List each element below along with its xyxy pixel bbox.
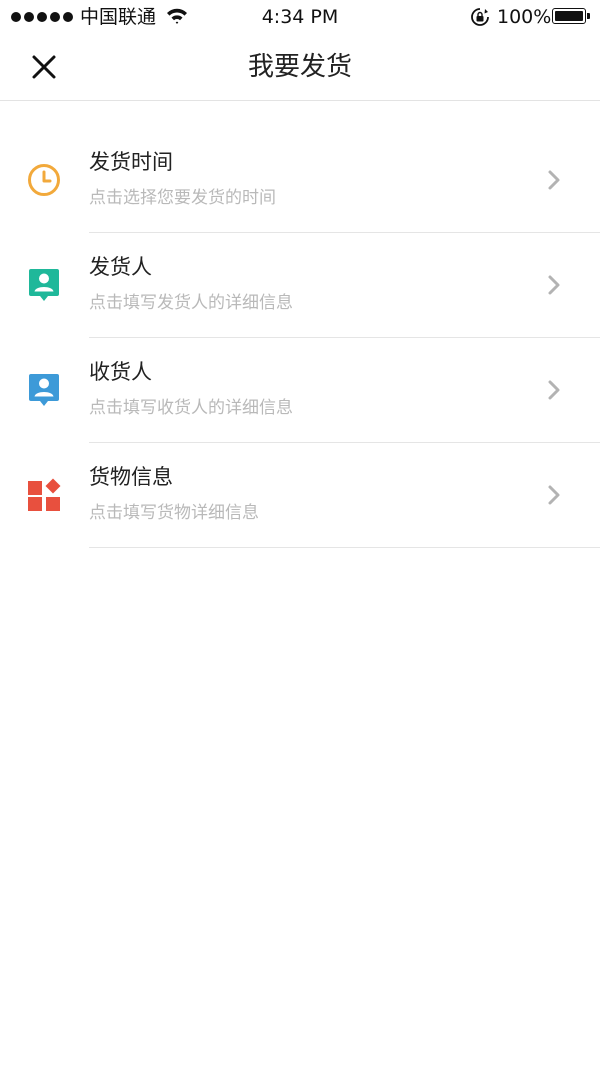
list-item-title: 发货人 [89, 255, 152, 279]
chevron-right-icon [548, 275, 560, 295]
chevron-right-icon [548, 170, 560, 190]
screen: 中国联通 4:34 PM 100% 我要发货 发货时间 点击选择您要发货的时间 … [0, 0, 600, 1067]
list-item-subtitle: 点击填写货物详细信息 [89, 503, 259, 523]
list-item-title: 货物信息 [89, 465, 173, 489]
divider [89, 547, 600, 548]
battery-percentage: 100% [497, 6, 552, 28]
list-item-receiver[interactable]: 收货人 点击填写收货人的详细信息 [0, 338, 600, 443]
list-item-subtitle: 点击填写收货人的详细信息 [89, 398, 293, 418]
clock-icon [28, 164, 60, 196]
receiver-contact-icon [29, 374, 59, 406]
navigation-bar: 我要发货 [0, 34, 600, 101]
list-item-goods-info[interactable]: 货物信息 点击填写货物详细信息 [0, 443, 600, 548]
battery-icon [552, 8, 590, 24]
chevron-right-icon [548, 485, 560, 505]
list-item-shipping-time[interactable]: 发货时间 点击选择您要发货的时间 [0, 128, 600, 233]
sender-contact-icon [29, 269, 59, 301]
shipment-form-list: 发货时间 点击选择您要发货的时间 发货人 点击填写发货人的详细信息 收货人 点击… [0, 128, 600, 548]
list-item-sender[interactable]: 发货人 点击填写发货人的详细信息 [0, 233, 600, 338]
chevron-right-icon [548, 380, 560, 400]
status-bar: 中国联通 4:34 PM 100% [0, 0, 600, 34]
list-item-title: 收货人 [89, 360, 152, 384]
list-item-subtitle: 点击选择您要发货的时间 [89, 188, 276, 208]
rotation-lock-icon [470, 7, 490, 31]
list-item-subtitle: 点击填写发货人的详细信息 [89, 293, 293, 313]
page-title: 我要发货 [247, 52, 352, 82]
goods-blocks-icon [28, 478, 61, 511]
list-item-title: 发货时间 [89, 150, 173, 174]
